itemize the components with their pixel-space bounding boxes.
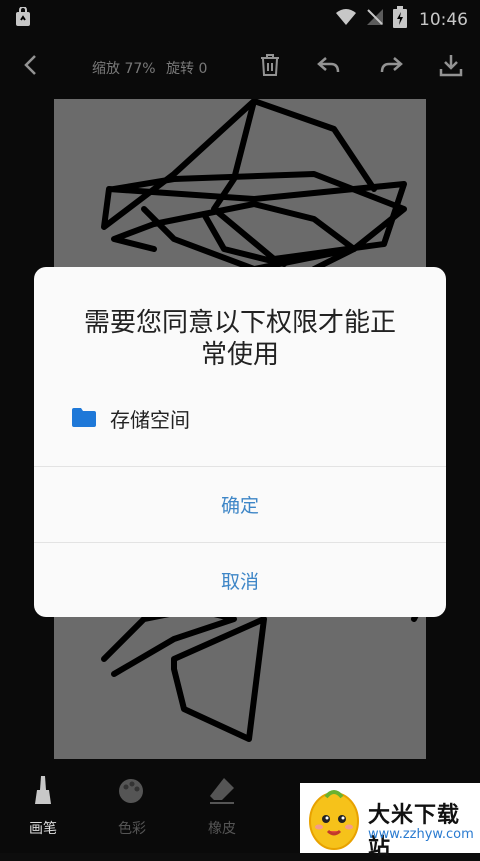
tool-label: 色彩 xyxy=(118,821,146,837)
rice-mascot-logo xyxy=(306,787,362,855)
dialog-title: 需要您同意以下权限才能正常使用 xyxy=(83,308,396,370)
palette-icon xyxy=(118,778,144,808)
tool-label: 橡皮 xyxy=(208,821,236,837)
site-watermark: 大米下载站 www.zzhyw.com xyxy=(300,783,480,860)
permission-label: 存储空间 xyxy=(110,408,190,432)
tool-label: 画笔 xyxy=(29,821,57,837)
permission-item-storage: 存储空间 xyxy=(72,404,190,433)
watermark-url: www.zzhyw.com xyxy=(368,827,474,842)
eraser-icon xyxy=(208,776,236,808)
confirm-button[interactable]: 确定 xyxy=(34,467,446,541)
folder-icon xyxy=(72,407,96,431)
permission-dialog: 需要您同意以下权限才能正常使用 存储空间 确定 取消 xyxy=(34,267,446,617)
cancel-button[interactable]: 取消 xyxy=(34,543,446,617)
brush-icon xyxy=(31,776,55,810)
